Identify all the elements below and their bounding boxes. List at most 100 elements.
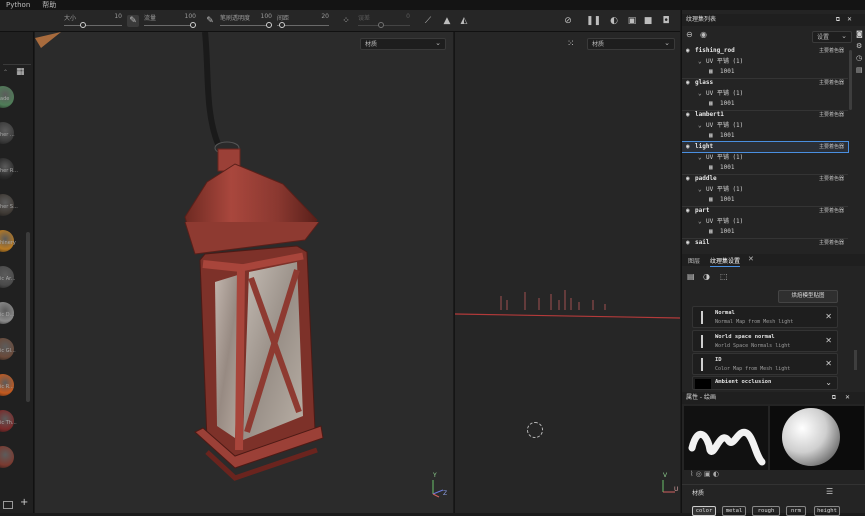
texture-set-row[interactable]: ◉ paddle 主要着色器 [682,174,848,184]
uv-tile-row[interactable]: ⌄ UV 平铺 (1) [682,57,848,67]
chevron-down-icon[interactable]: ⌄ [698,153,702,163]
close-icon[interactable]: ✕ [847,14,852,26]
size-slider[interactable]: 大小 10 [64,10,122,32]
udim-tile-row[interactable]: ▦ 1001 [682,67,848,77]
udim-tile-row[interactable]: ▦ 1001 [682,195,848,205]
display-settings-icon[interactable]: ◷ [856,54,865,62]
spacing-slider[interactable]: 间距 20 [277,10,329,32]
udim-tile-row[interactable]: ▦ 1001 [682,163,848,173]
pause-icon[interactable]: ❚❚ [586,15,601,27]
shelf-scroll-arrow-icon[interactable]: ⌃ [3,69,8,76]
gear-icon[interactable]: ⚙ [856,42,865,50]
texture-set-row[interactable]: ◉ lambert1 主要着色器 [682,110,848,120]
line-tool-icon[interactable]: ⟋ [422,15,434,27]
visibility-eye-icon[interactable]: ◉ [686,46,690,56]
chevron-down-icon[interactable]: ⌄ [825,378,832,387]
uv-tile-row[interactable]: ⌄ UV 平铺 (1) [682,217,848,227]
bake-map-item[interactable]: World space normal World Space Normals li… [692,330,838,352]
uv-tile-row[interactable]: ⌄ UV 平铺 (1) [682,185,848,195]
size-slider-knob[interactable] [80,22,86,28]
visibility-eye-icon[interactable]: ◉ [686,238,690,248]
uv-tile-row[interactable]: ⌄ UV 平铺 (1) [682,89,848,99]
close-tab-icon[interactable]: ✕ [748,255,754,263]
udim-tile-row[interactable]: ▦ 1001 [682,227,848,237]
float-panel-icon[interactable]: ⧉ [832,392,836,404]
lazy-mouse-icon[interactable]: ◭ [458,15,470,27]
texture-set-shader[interactable]: 主要着色器 [819,142,844,152]
visibility-eye-icon[interactable]: ◉ [686,78,690,88]
texture-set-shader[interactable]: 主要着色器 [819,110,844,120]
visibility-eye-icon[interactable]: ◉ [686,110,690,120]
visibility-eye-icon[interactable]: ◉ [686,142,690,152]
camera-icon[interactable]: ■ [642,15,654,27]
flow-slider-knob[interactable] [190,22,196,28]
folder-icon[interactable] [3,501,13,509]
flow-slider[interactable]: 流量 100 [144,10,196,32]
cube-view-icon[interactable]: ▣ [626,15,638,27]
chevron-down-icon[interactable]: ⌄ [698,57,702,67]
menu-icon[interactable]: ☰ [826,487,833,496]
viewport-3d[interactable]: 材质 ⌄ Y Z [35,32,453,513]
menu-help[interactable]: 帮助 [42,0,56,10]
stroke-opacity-value[interactable]: 100 [261,13,272,20]
link-icon[interactable]: ⊖ [686,30,693,39]
settings-scrollbar[interactable] [854,350,857,370]
spacing-value[interactable]: 20 [321,13,329,20]
size-value[interactable]: 10 [114,13,122,20]
stroke-opacity-knob[interactable] [266,22,272,28]
camera-off-icon[interactable]: ⊘ [562,15,574,27]
grid-view-icon[interactable]: ▦ [16,67,25,77]
tab-layers[interactable]: 图层 [688,256,700,265]
tab-texture-set-settings[interactable]: 纹理集设置 [710,256,741,267]
texture-set-shader[interactable]: 主要着色器 [819,206,844,216]
shelf-scrollbar[interactable] [26,232,30,402]
texture-set-shader[interactable]: 主要着色器 [819,78,844,88]
channel-color[interactable]: color [692,506,716,516]
remove-icon[interactable]: ✕ [825,359,832,368]
chevron-down-icon[interactable]: ⌄ [698,217,702,227]
channel-rough[interactable]: rough [752,506,780,516]
visibility-eye-icon[interactable]: ◉ [686,174,690,184]
udim-tile-row[interactable]: ▦ 1001 [682,131,848,141]
camera-side-icon[interactable]: ◙ [856,30,865,38]
chevron-down-icon[interactable]: ⌄ [698,121,702,131]
document-icon[interactable]: ▤ [856,66,865,74]
add-icon[interactable]: + [20,497,28,508]
display-mode-icon[interactable]: ◐ [608,15,620,27]
brush-tool-icons[interactable]: ⌇ ◎ ▣ ◐ [690,470,719,478]
texture-set-row[interactable]: ◉ sail 主要着色器 [682,238,848,248]
viewport3d-material-dropdown[interactable]: 材质 ⌄ [360,38,446,50]
bake-map-item[interactable]: ID Color Map from Mesh light ✕ [692,353,838,375]
stroke-opacity-slider[interactable]: 笔刷透明度 100 [220,10,272,32]
texture-set-row[interactable]: ◉ light 主要着色器 [682,141,849,153]
chevron-down-icon[interactable]: ⌄ [698,89,702,99]
spacing-slider-knob[interactable] [279,22,285,28]
brush-icon[interactable]: ✎ [127,15,139,27]
pen-pressure-icon[interactable]: ✎ [204,15,216,27]
settings-dropdown[interactable]: 设置 ⌄ [812,31,852,43]
remove-icon[interactable]: ✕ [825,312,832,321]
viewport2d-material-dropdown[interactable]: 材质 ⌄ [587,38,675,50]
flow-value[interactable]: 100 [185,13,196,20]
screenshot-icon[interactable]: ◘ [660,15,672,27]
texture-set-list-scrollbar[interactable] [849,50,852,110]
channel-height[interactable]: height [814,506,840,516]
udim-tile-row[interactable]: ▦ 1001 [682,99,848,109]
uv-tile-row[interactable]: ⌄ UV 平铺 (1) [682,153,848,163]
texture-set-icon[interactable]: ▤ [687,272,695,281]
uv-grid-icon[interactable]: ⁙ [567,39,575,49]
float-panel-icon[interactable]: ⧉ [836,14,840,26]
channel-nrm[interactable]: nrm [786,506,806,516]
bake-map-item[interactable]: Normal Normal Map from Mesh light ✕ [692,306,838,328]
channel-metal[interactable]: metal [722,506,746,516]
bake-mesh-maps-button[interactable]: 烘焙模型贴图 [778,290,838,303]
visibility-icon[interactable]: ◉ [700,30,707,39]
close-icon[interactable]: ✕ [845,392,850,404]
texture-set-shader[interactable]: 主要着色器 [819,174,844,184]
remove-icon[interactable]: ✕ [825,336,832,345]
alignment-icon[interactable]: ▲ [441,15,453,27]
texture-set-row[interactable]: ◉ glass 主要着色器 [682,78,848,88]
bake-map-item[interactable]: Ambient occlusion ⌄ [692,376,838,390]
uv-tile-row[interactable]: ⌄ UV 平铺 (1) [682,121,848,131]
texture-set-shader[interactable]: 主要着色器 [819,46,844,56]
